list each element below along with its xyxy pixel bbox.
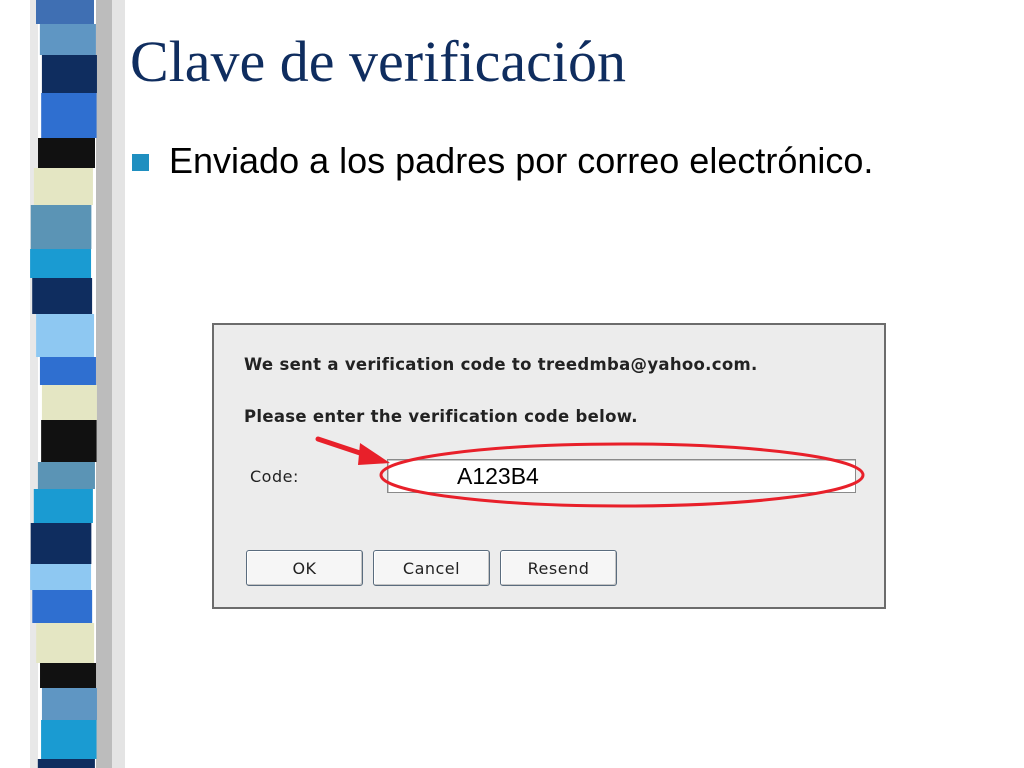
ok-button[interactable]: OK [246, 550, 363, 586]
bullet-text: Enviado a los padres por correo electrón… [169, 140, 874, 181]
slide: Clave de verificación Enviado a los padr… [0, 0, 1024, 768]
enter-code-instruction: Please enter the verification code below… [244, 407, 638, 426]
square-bullet-icon [132, 153, 149, 171]
verification-dialog: We sent a verification code to treedmba@… [212, 323, 886, 609]
red-arrow-icon [315, 436, 390, 465]
decorative-banner [0, 0, 125, 768]
code-input[interactable]: A123B4 [387, 459, 856, 493]
bullet-item: Enviado a los padres por correo electrón… [132, 140, 873, 182]
cancel-button[interactable]: Cancel [373, 550, 490, 586]
code-value: A123B4 [457, 463, 539, 489]
sent-code-message: We sent a verification code to treedmba@… [244, 355, 758, 374]
resend-button[interactable]: Resend [500, 550, 617, 586]
page-title: Clave de verificación [130, 29, 626, 94]
code-label: Code: [250, 467, 299, 486]
